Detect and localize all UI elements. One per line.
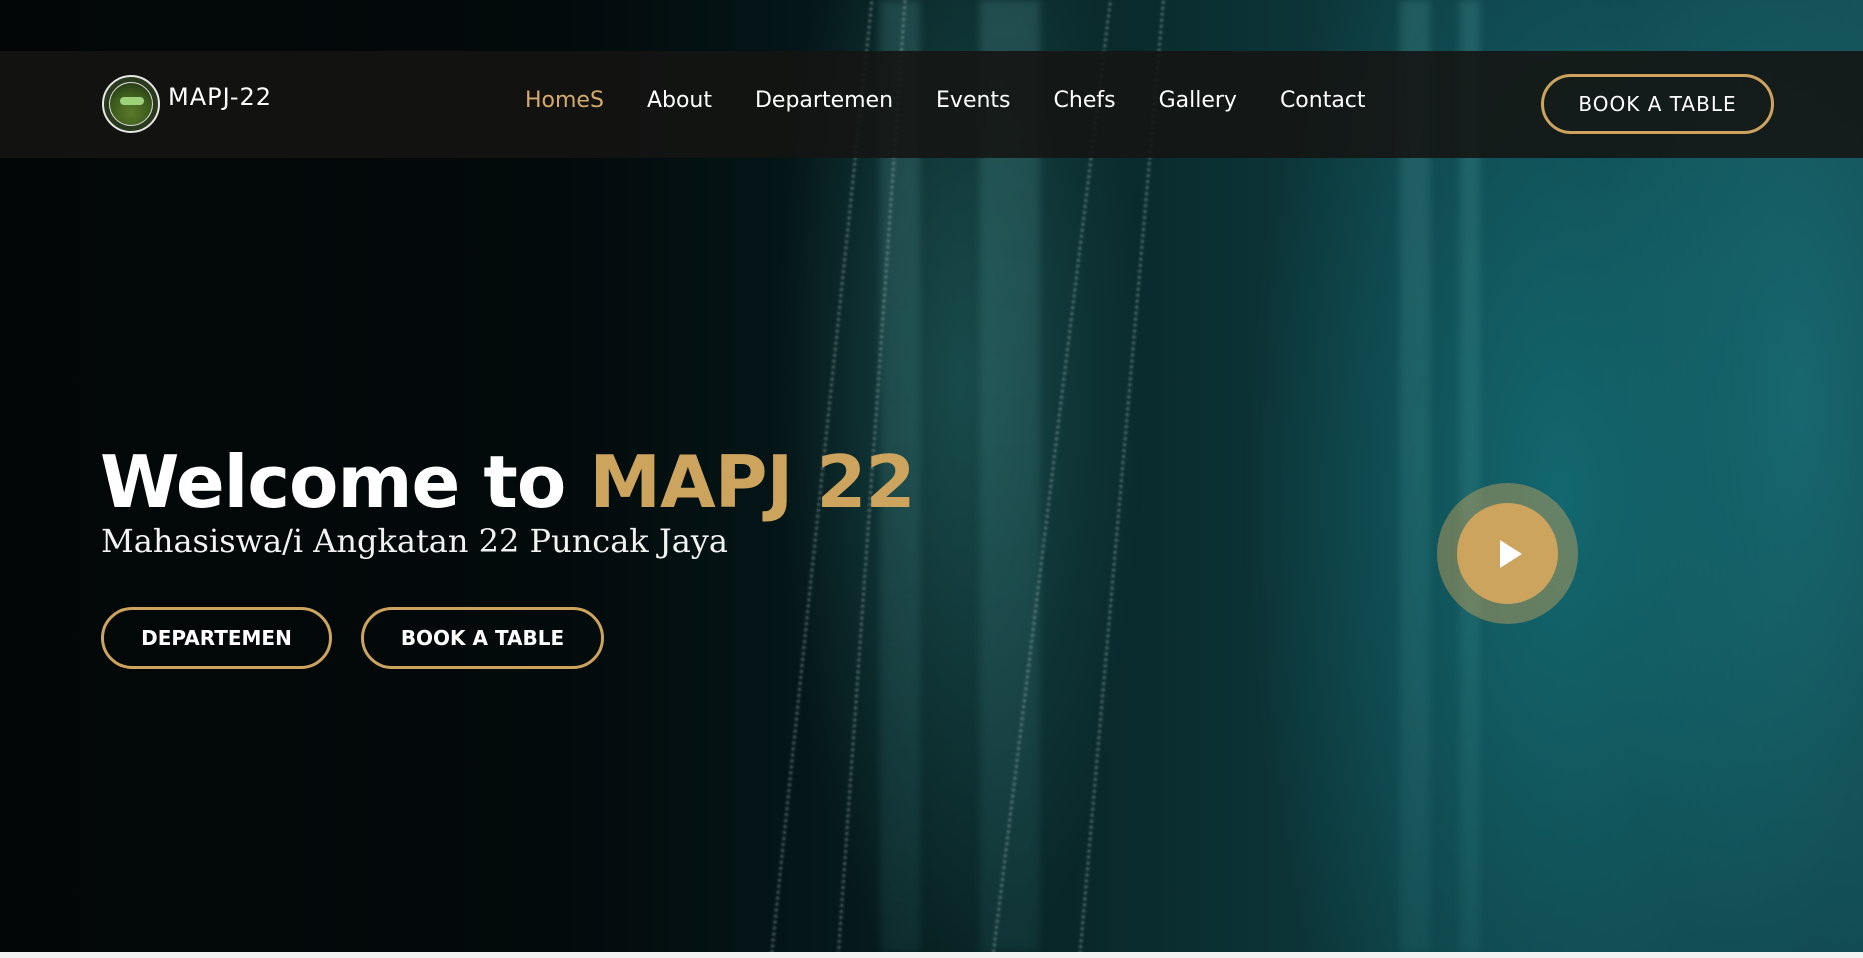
nav-item-gallery[interactable]: Gallery — [1159, 88, 1237, 113]
logo-emblem — [109, 82, 153, 126]
nav-item-about[interactable]: About — [647, 88, 712, 113]
book-table-header-button[interactable]: BOOK A TABLE — [1541, 74, 1774, 134]
nav-item-chefs[interactable]: Chefs — [1054, 88, 1116, 113]
brand-name[interactable]: MAPJ-22 — [168, 83, 272, 111]
hero-subtitle: Mahasiswa/i Angkatan 22 Puncak Jaya — [101, 522, 728, 560]
hero-title-prefix: Welcome to — [100, 440, 590, 524]
site-header: MAPJ-22 HomeS About Departemen Events Ch… — [0, 51, 1863, 158]
main-nav: HomeS About Departemen Events Chefs Gall… — [525, 88, 1409, 113]
nav-item-departemen[interactable]: Departemen — [755, 88, 893, 113]
nav-item-contact[interactable]: Contact — [1280, 88, 1366, 113]
play-button-core[interactable] — [1457, 503, 1558, 604]
book-table-hero-button[interactable]: BOOK A TABLE — [361, 607, 604, 669]
departemen-button[interactable]: DEPARTEMEN — [101, 607, 332, 669]
play-video-button[interactable] — [1437, 483, 1578, 624]
play-icon — [1499, 539, 1522, 568]
logo-mark — [120, 97, 144, 105]
hero-title-accent: MAPJ 22 — [589, 440, 915, 524]
bottom-divider — [0, 952, 1863, 958]
nav-item-home[interactable]: HomeS — [525, 88, 604, 113]
mapj-logo-icon[interactable] — [102, 75, 160, 133]
hero-title: Welcome to MAPJ 22 — [100, 440, 916, 524]
nav-item-events[interactable]: Events — [936, 88, 1011, 113]
